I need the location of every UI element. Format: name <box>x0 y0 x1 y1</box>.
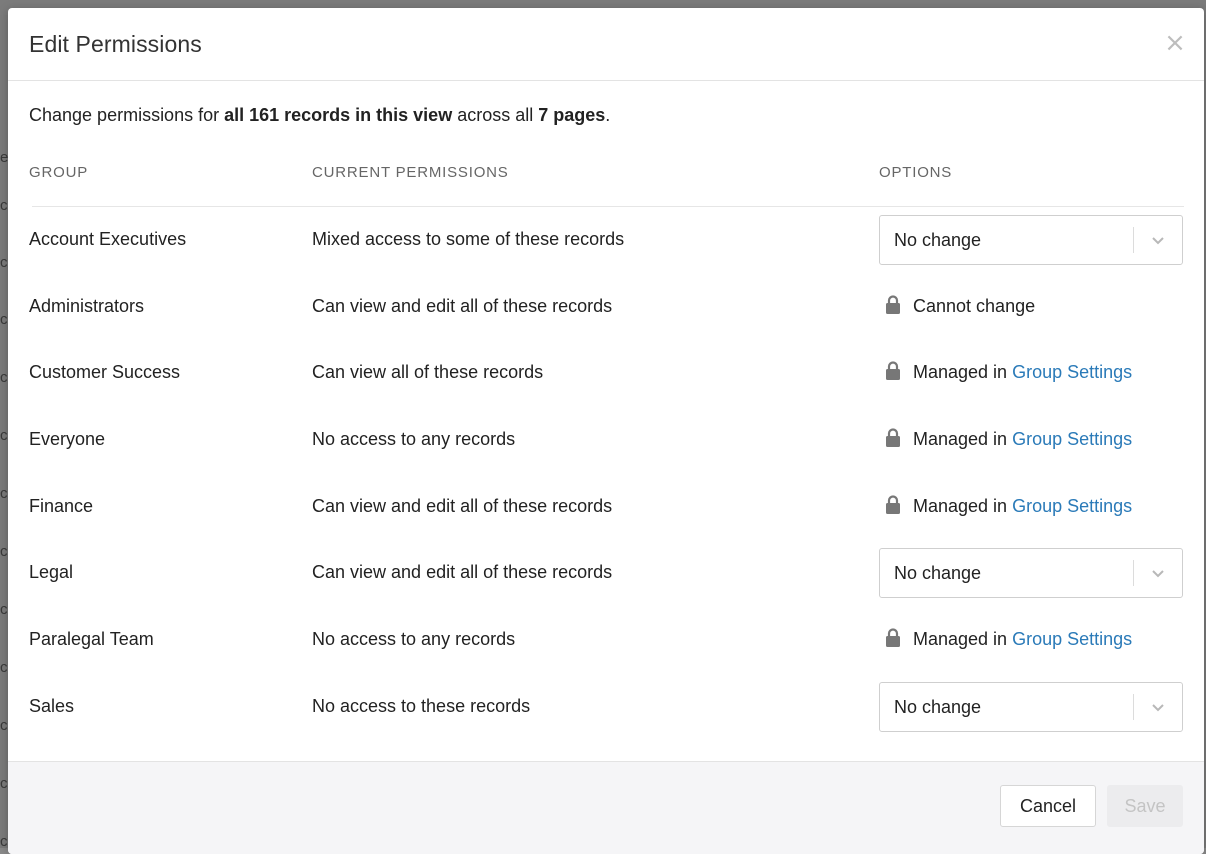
background-row-glyph: c <box>0 544 8 560</box>
table-row: Customer Success Can view all of these re… <box>8 348 1204 398</box>
background-row-glyph: c <box>0 486 8 502</box>
background-row-glyph: c <box>0 602 8 618</box>
managed-option: Managed in Group Settings <box>885 361 1132 383</box>
current-permission: Can view and edit all of these records <box>312 562 613 582</box>
locked-text: Cannot change <box>913 296 1036 316</box>
group-name: Administrators <box>29 296 145 316</box>
permission-select[interactable]: No change <box>879 548 1183 598</box>
current-permission: No access to any records <box>312 629 516 649</box>
lock-icon <box>885 428 901 447</box>
close-icon[interactable]: × <box>1164 30 1186 56</box>
managed-text: Managed in <box>913 629 1013 649</box>
lock-icon <box>885 495 901 514</box>
table-row: Administrators Can view and edit all of t… <box>8 282 1204 332</box>
select-separator <box>1133 560 1134 586</box>
table-row: Finance Can view and edit all of these re… <box>8 482 1204 532</box>
option-cell: Managed in Group Settings <box>879 482 1183 532</box>
background-row-glyph: c <box>0 370 8 386</box>
managed-option: Managed in Group Settings <box>885 428 1132 450</box>
managed-option: Managed in Group Settings <box>885 495 1132 517</box>
managed-option: Managed in Group Settings <box>885 628 1132 650</box>
cancel-button[interactable]: Cancel <box>1000 785 1096 827</box>
modal-footer: Cancel Save <box>8 761 1204 854</box>
current-permission: Mixed access to some of these records <box>312 229 625 249</box>
background-row-glyph: c <box>0 198 8 214</box>
lock-icon <box>885 295 901 314</box>
managed-text: Managed in <box>913 429 1013 449</box>
option-cell: No change <box>879 548 1183 598</box>
table-row: Sales No access to these records No change <box>8 682 1204 732</box>
group-name: Legal <box>29 562 74 582</box>
summary-records: all 161 records in this view <box>224 105 453 125</box>
group-settings-link[interactable]: Group Settings <box>1012 496 1132 516</box>
column-header-current-permissions: CURRENT PERMISSIONS <box>312 164 509 181</box>
column-header-group: GROUP <box>29 164 89 181</box>
summary-pages: 7 pages <box>538 105 606 125</box>
lock-icon <box>885 361 901 380</box>
modal-title: Edit Permissions <box>29 31 202 57</box>
chevron-down-icon[interactable] <box>1148 230 1168 250</box>
background-row-glyph: c <box>0 312 8 328</box>
background-row-glyph: c <box>0 776 8 792</box>
edit-permissions-modal: Edit Permissions × Change permissions fo… <box>8 8 1204 854</box>
current-permission: Can view and edit all of these records <box>312 496 613 516</box>
background-row-glyph: c <box>0 255 8 271</box>
option-cell: Managed in Group Settings <box>879 415 1183 465</box>
current-permission: Can view and edit all of these records <box>312 296 613 316</box>
select-separator <box>1133 227 1134 253</box>
table-row: Everyone No access to any records Managed … <box>8 415 1204 465</box>
permissions-summary: Change permissions for all 161 records i… <box>29 105 610 126</box>
group-name: Customer Success <box>29 362 181 382</box>
permission-select[interactable]: No change <box>879 215 1183 265</box>
background-row-glyph: c <box>0 428 8 444</box>
modal-header: Edit Permissions × <box>8 8 1204 81</box>
column-header-options: OPTIONS <box>879 164 953 181</box>
background-row-glyph: c <box>0 718 8 734</box>
summary-prefix: Change permissions for <box>29 105 225 125</box>
managed-text: Managed in <box>913 496 1013 516</box>
chevron-down-icon[interactable] <box>1148 563 1168 583</box>
table-row: Paralegal Team No access to any records Ma… <box>8 615 1204 665</box>
chevron-down-icon[interactable] <box>1148 697 1168 717</box>
summary-middle: across all <box>452 105 539 125</box>
group-name: Everyone <box>29 429 106 449</box>
group-settings-link[interactable]: Group Settings <box>1012 429 1132 449</box>
current-permission: No access to these records <box>312 696 531 716</box>
group-settings-link[interactable]: Group Settings <box>1012 362 1132 382</box>
select-value: No change <box>894 563 982 583</box>
summary-suffix: . <box>605 105 611 125</box>
table-row: Account Executives Mixed access to some o… <box>8 215 1204 265</box>
locked-option: Cannot change <box>885 295 1035 317</box>
group-name: Account Executives <box>29 229 187 249</box>
background-rows: ecccccccccccc <box>0 150 8 850</box>
option-cell: Managed in Group Settings <box>879 615 1183 665</box>
option-cell: No change <box>879 682 1183 732</box>
group-name: Finance <box>29 496 94 516</box>
group-name: Sales <box>29 696 75 716</box>
select-separator <box>1133 694 1134 720</box>
current-permission: No access to any records <box>312 429 516 449</box>
table-row: Legal Can view and edit all of these reco… <box>8 548 1204 598</box>
select-value: No change <box>894 697 982 717</box>
option-cell: Managed in Group Settings <box>879 348 1183 398</box>
background-row-glyph: c <box>0 660 8 676</box>
group-settings-link[interactable]: Group Settings <box>1012 629 1132 649</box>
permission-select[interactable]: No change <box>879 682 1183 732</box>
group-name: Paralegal Team <box>29 629 154 649</box>
current-permission: Can view all of these records <box>312 362 544 382</box>
select-value: No change <box>894 230 982 250</box>
managed-text: Managed in <box>913 362 1013 382</box>
header-divider <box>32 206 1184 207</box>
save-button[interactable]: Save <box>1107 785 1183 827</box>
option-cell: No change <box>879 215 1183 265</box>
option-cell: Cannot change <box>879 282 1183 332</box>
background-row-glyph: e <box>0 150 8 166</box>
lock-icon <box>885 628 901 647</box>
